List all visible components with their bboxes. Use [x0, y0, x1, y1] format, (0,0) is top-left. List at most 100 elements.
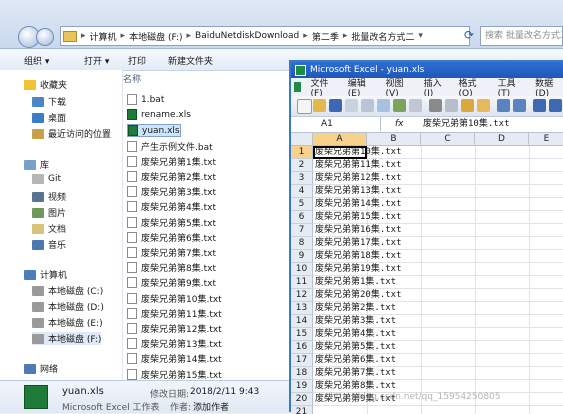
row-header[interactable]: 14 — [291, 315, 313, 328]
nav-computer[interactable]: 计算机 — [24, 268, 67, 281]
nav-pictures[interactable]: 图片 — [32, 206, 66, 219]
breadcrumb-folder[interactable]: 批量改名方式二 — [351, 30, 414, 43]
file-item[interactable]: 废柴兄弟第5集.txt — [127, 216, 216, 229]
column-header-c[interactable]: C — [421, 133, 475, 146]
hyperlink-icon[interactable] — [533, 99, 546, 112]
file-item[interactable]: 废柴兄弟第8集.txt — [127, 261, 216, 274]
file-item[interactable]: 废柴兄弟第13集.txt — [127, 337, 222, 350]
cell-a[interactable] — [313, 406, 563, 414]
breadcrumb-baidu[interactable]: BaiduNetdiskDownload — [195, 31, 299, 41]
row-header[interactable]: 7 — [291, 224, 313, 237]
row-header[interactable]: 18 — [291, 367, 313, 380]
file-item[interactable]: 废柴兄弟第1集.txt — [127, 155, 216, 168]
research-icon[interactable] — [409, 99, 422, 112]
permission-icon[interactable] — [345, 99, 358, 112]
row-header[interactable]: 4 — [291, 185, 313, 198]
cell-a[interactable]: 废柴兄弟第16集.txt — [313, 224, 563, 237]
paste-icon[interactable] — [461, 99, 474, 112]
refresh-icon[interactable]: ⟳ — [462, 28, 476, 42]
file-item[interactable]: 废柴兄弟第12集.txt — [127, 322, 222, 335]
file-item[interactable]: yuan.xls — [127, 124, 181, 138]
nav-drive-e[interactable]: 本地磁盘 (E:) — [32, 316, 103, 329]
row-header[interactable]: 16 — [291, 341, 313, 354]
cut-icon[interactable] — [429, 99, 442, 112]
file-item[interactable]: 1.bat — [127, 94, 164, 105]
row-header[interactable]: 3 — [291, 172, 313, 185]
redo-icon[interactable] — [513, 99, 526, 112]
name-box[interactable]: A1 — [291, 117, 381, 131]
row-header[interactable]: 6 — [291, 211, 313, 224]
nav-libraries[interactable]: 库 — [24, 158, 49, 171]
new-icon[interactable] — [297, 99, 312, 114]
column-header-a[interactable]: A — [313, 133, 367, 146]
search-input[interactable]: 搜索 批量改名方式二 — [480, 26, 563, 46]
print-preview-icon[interactable] — [377, 99, 390, 112]
nav-favorites[interactable]: 收藏夹 — [24, 78, 67, 91]
column-header-e[interactable]: E — [529, 133, 563, 146]
fx-icon[interactable]: fx — [395, 117, 404, 131]
nav-videos[interactable]: 视频 — [32, 190, 66, 203]
organize-button[interactable]: 组织 ▾ — [24, 54, 49, 67]
cell-a[interactable]: 废柴兄弟第11集.txt — [313, 159, 563, 172]
cell-a[interactable]: 废柴兄弟第7集.txt — [313, 367, 563, 380]
file-item[interactable]: 废柴兄弟第14集.txt — [127, 352, 222, 365]
row-header[interactable]: 1 — [291, 146, 313, 159]
nav-documents[interactable]: 文档 — [32, 222, 66, 235]
row-header[interactable]: 10 — [291, 263, 313, 276]
open-icon[interactable] — [313, 99, 326, 112]
format-painter-icon[interactable] — [477, 99, 490, 112]
row-header[interactable]: 19 — [291, 380, 313, 393]
undo-icon[interactable] — [497, 99, 510, 112]
cell-a[interactable]: 废柴兄弟第6集.txt — [313, 354, 563, 367]
select-all-corner[interactable] — [291, 133, 313, 146]
print-icon[interactable] — [361, 99, 374, 112]
forward-button[interactable] — [36, 28, 54, 46]
row-header[interactable]: 5 — [291, 198, 313, 211]
cell-a[interactable]: 废柴兄弟第17集.txt — [313, 237, 563, 250]
cell-a[interactable]: 废柴兄弟第13集.txt — [313, 185, 563, 198]
row-header[interactable]: 12 — [291, 289, 313, 302]
file-item[interactable]: 废柴兄弟第7集.txt — [127, 246, 216, 259]
cell-a[interactable]: 废柴兄弟第18集.txt — [313, 250, 563, 263]
new-folder-button[interactable]: 新建文件夹 — [168, 54, 213, 67]
cell-a[interactable]: 废柴兄弟第5集.txt — [313, 341, 563, 354]
save-icon[interactable] — [329, 99, 342, 112]
row-header[interactable]: 21 — [291, 406, 313, 414]
cell-a[interactable]: 废柴兄弟第3集.txt — [313, 315, 563, 328]
cell-a[interactable]: 废柴兄弟第1集.txt — [313, 276, 563, 289]
file-item[interactable]: 废柴兄弟第3集.txt — [127, 185, 216, 198]
column-header-d[interactable]: D — [475, 133, 529, 146]
file-item[interactable]: 废柴兄弟第6集.txt — [127, 231, 216, 244]
file-item[interactable]: 废柴兄弟第4集.txt — [127, 200, 216, 213]
nav-music[interactable]: 音乐 — [32, 238, 66, 251]
row-header[interactable]: 17 — [291, 354, 313, 367]
formula-input[interactable]: 废柴兄弟第10集.txt — [423, 117, 510, 131]
row-header[interactable]: 15 — [291, 328, 313, 341]
row-header[interactable]: 9 — [291, 250, 313, 263]
file-item[interactable]: 产生示例文件.bat — [127, 140, 213, 153]
breadcrumb-computer[interactable]: 计算机 — [90, 30, 117, 43]
cell-a[interactable]: 废柴兄弟第20集.txt — [313, 289, 563, 302]
file-item[interactable]: 废柴兄弟第9集.txt — [127, 276, 216, 289]
nav-drive-f[interactable]: 本地磁盘 (F:) — [32, 332, 102, 345]
spelling-icon[interactable] — [393, 99, 406, 112]
cell-a[interactable]: 废柴兄弟第12集.txt — [313, 172, 563, 185]
row-header[interactable]: 20 — [291, 393, 313, 406]
copy-icon[interactable] — [445, 99, 458, 112]
worksheet-grid[interactable]: A B C D E 1 废柴兄弟第10集.txt 2 废柴兄弟第11集.txt 3 废柴兄… — [291, 133, 563, 414]
row-header[interactable]: 8 — [291, 237, 313, 250]
file-item[interactable]: 废柴兄弟第15集.txt — [127, 368, 222, 381]
row-header[interactable]: 13 — [291, 302, 313, 315]
nav-network[interactable]: 网络 — [24, 362, 58, 375]
breadcrumb-season[interactable]: 第二季 — [312, 30, 339, 43]
nav-git[interactable]: Git — [32, 174, 61, 184]
nav-recent[interactable]: 最近访问的位置 — [32, 127, 111, 140]
cell-a[interactable]: 废柴兄弟第19集.txt — [313, 263, 563, 276]
file-item[interactable]: rename.xls — [127, 109, 191, 121]
open-button[interactable]: 打开 ▾ — [84, 54, 109, 67]
details-author-value[interactable]: 添加作者 — [193, 400, 229, 413]
file-item[interactable]: 废柴兄弟第10集.txt — [127, 292, 222, 305]
cell-a[interactable]: 废柴兄弟第15集.txt — [313, 211, 563, 224]
print-button[interactable]: 打印 — [128, 54, 146, 67]
file-item[interactable]: 废柴兄弟第11集.txt — [127, 307, 222, 320]
